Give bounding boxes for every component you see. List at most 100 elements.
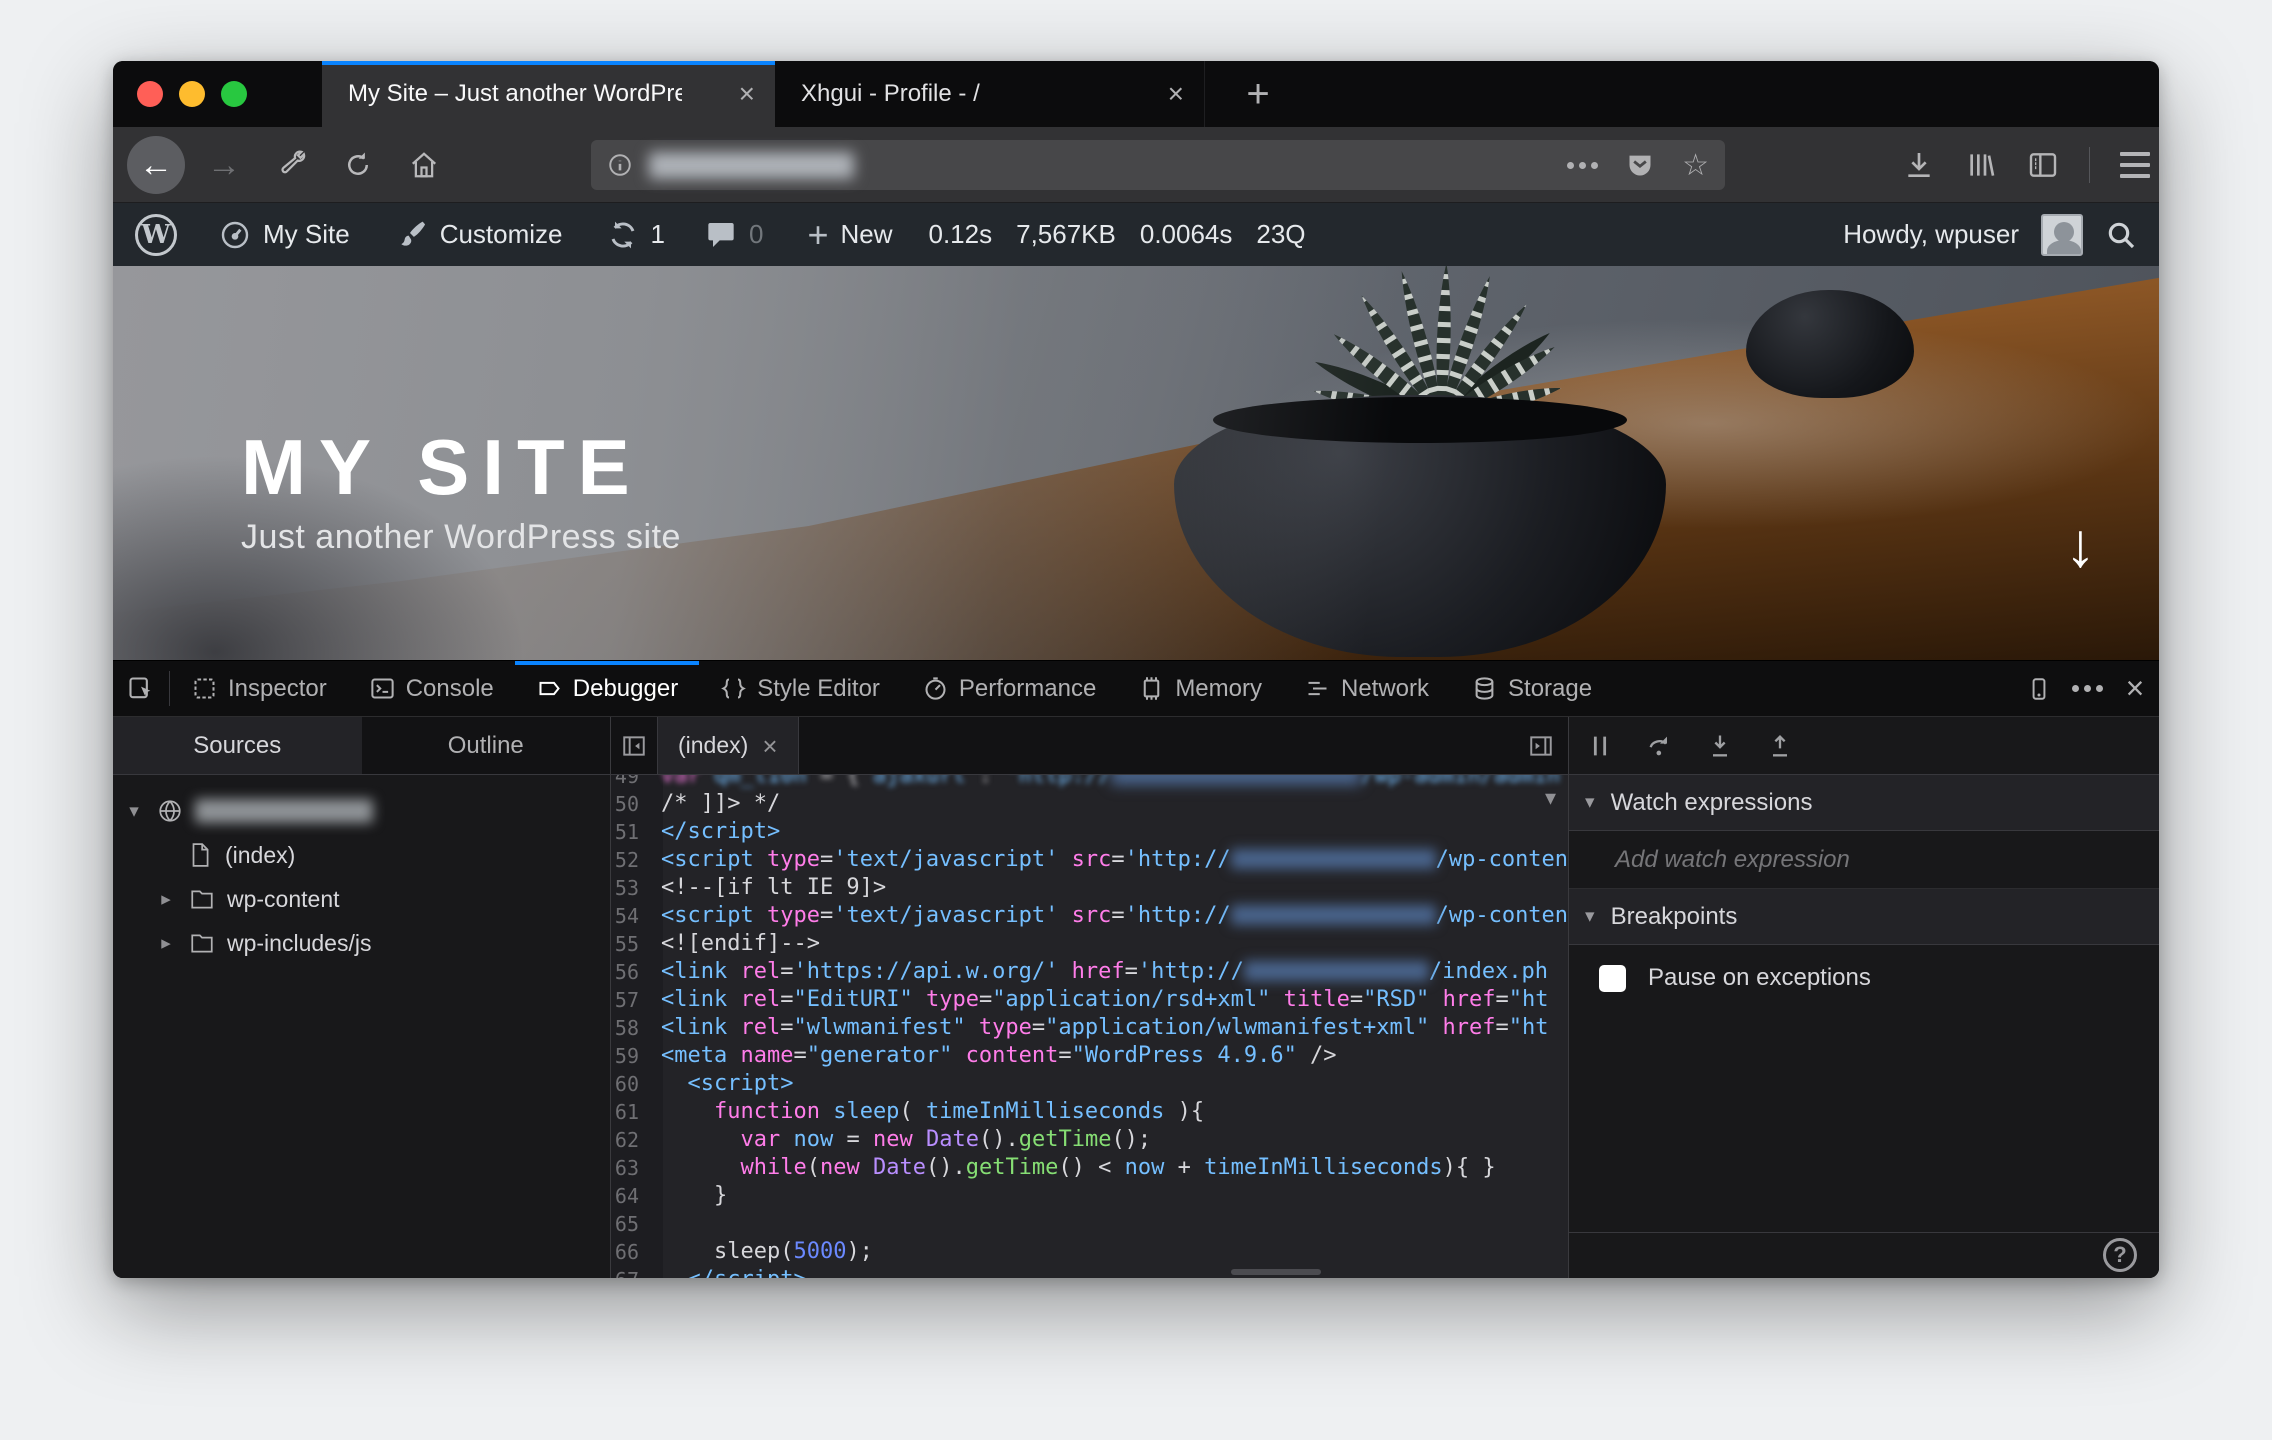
line-number[interactable]: 67 [611,1268,651,1278]
code-line[interactable]: 58 <link rel="wlwmanifest" type="applicat… [611,1014,1568,1042]
code-line[interactable]: 50 /* ]]> */ [611,790,1568,818]
code-line[interactable]: 55 <![endif]--> [611,930,1568,958]
tab-network[interactable]: Network [1283,661,1450,716]
collapse-sources-icon[interactable] [611,717,657,774]
line-number[interactable]: 66 [611,1240,651,1264]
line-number[interactable]: 61 [611,1100,651,1124]
code-line[interactable]: 56 <link rel='https://api.w.org/' href='h… [611,958,1568,986]
tree-item-wp-includes-js[interactable]: ▸ wp-includes/js [113,921,610,965]
page-info-icon[interactable] [607,152,633,178]
tree-item-wp-content[interactable]: ▸ wp-content [113,877,610,921]
step-out-icon[interactable] [1765,731,1795,761]
back-button[interactable]: ← [127,136,185,194]
forward-button[interactable]: → [195,136,253,194]
help-icon[interactable]: ? [2103,1238,2137,1272]
line-number[interactable]: 62 [611,1128,651,1152]
horizontal-scrollbar[interactable] [1231,1269,1321,1275]
wp-logo-menu[interactable]: W [135,213,177,256]
watch-expressions-header[interactable]: ▾ Watch expressions [1569,775,2159,831]
reload-icon[interactable] [329,136,387,194]
code-line[interactable]: 67 </script> [611,1266,1568,1278]
code-line[interactable]: 49 var qm_l10n = { ajaxurl : 'http:///wp-… [611,775,1568,790]
code-line[interactable]: 59 <meta name="generator" content="WordPr… [611,1042,1568,1070]
line-number[interactable]: 60 [611,1072,651,1096]
step-over-icon[interactable] [1645,731,1675,761]
line-number[interactable]: 65 [611,1212,651,1236]
code-line[interactable]: 65 [611,1210,1568,1238]
pocket-icon[interactable] [1626,151,1654,179]
browser-tab-xhgui[interactable]: Xhgui - Profile - / × [775,61,1205,127]
pause-on-exceptions-checkbox[interactable] [1599,964,1627,992]
pause-icon[interactable] [1585,731,1615,761]
code-line[interactable]: 66 sleep(5000); [611,1238,1568,1266]
outline-tab[interactable]: Outline [362,717,611,774]
line-number[interactable]: 56 [611,960,651,984]
search-icon[interactable] [2105,219,2137,251]
chevron-right-icon[interactable]: ▸ [155,888,177,911]
close-icon[interactable]: × [762,733,777,759]
code-view[interactable]: 49 var qm_l10n = { ajaxurl : 'http:///wp-… [611,775,1569,1278]
qm-query-count[interactable]: 23Q [1256,219,1305,250]
close-window-button[interactable] [137,81,163,107]
scroll-indicator-icon[interactable]: ▾ [1545,785,1556,811]
tab-style-editor[interactable]: Style Editor [699,661,901,716]
line-number[interactable]: 59 [611,1044,651,1068]
updates-menu[interactable]: 1 [607,219,665,251]
home-icon[interactable] [395,136,453,194]
wrench-icon[interactable] [263,136,321,194]
add-watch-expression-input[interactable]: Add watch expression [1569,831,2159,889]
tab-inspector[interactable]: Inspector [170,661,348,716]
responsive-mode-icon[interactable] [2015,661,2063,716]
devtools-menu-icon[interactable] [2063,661,2111,716]
devtools-close-icon[interactable]: × [2111,661,2159,716]
line-number[interactable]: 49 [611,775,651,788]
element-picker-icon[interactable] [113,661,169,716]
url-bar[interactable]: ☆ [591,140,1725,190]
code-line[interactable]: 52 <script type='text/javascript' src='ht… [611,846,1568,874]
chevron-right-icon[interactable]: ▸ [155,932,177,955]
line-number[interactable]: 57 [611,988,651,1012]
comments-menu[interactable]: 0 [705,219,763,251]
code-line[interactable]: 60 <script> [611,1070,1568,1098]
page-actions-icon[interactable] [1567,161,1599,169]
line-number[interactable]: 58 [611,1016,651,1040]
maximize-window-button[interactable] [221,81,247,107]
tree-item-index[interactable]: (index) [113,833,610,877]
site-name-menu[interactable]: My Site [219,219,350,251]
avatar[interactable] [2041,213,2083,256]
line-number[interactable]: 52 [611,848,651,872]
scroll-down-arrow[interactable]: ↓ [2065,510,2096,581]
code-line[interactable]: 63 while(new Date().getTime() < now + ti… [611,1154,1568,1182]
file-tab-index[interactable]: (index) × [657,717,799,774]
line-number[interactable]: 50 [611,792,651,816]
expand-panes-icon[interactable] [1518,717,1564,774]
new-content-menu[interactable]: + New [807,216,892,253]
line-number[interactable]: 54 [611,904,651,928]
tab-memory[interactable]: Memory [1117,661,1283,716]
customize-menu[interactable]: Customize [396,219,563,251]
qm-memory[interactable]: 7,567KB [1016,219,1116,250]
code-line[interactable]: 54 <script type='text/javascript' src='ht… [611,902,1568,930]
tab-storage[interactable]: Storage [1450,661,1613,716]
line-number[interactable]: 53 [611,876,651,900]
tab-performance[interactable]: Performance [901,661,1117,716]
qm-page-time[interactable]: 0.12s [929,219,993,250]
chevron-down-icon[interactable]: ▾ [123,800,145,823]
sources-tab[interactable]: Sources [113,717,362,774]
step-in-icon[interactable] [1705,731,1735,761]
tree-item-domain[interactable]: ▾ [113,789,610,833]
howdy-label[interactable]: Howdy, wpuser [1843,219,2019,250]
download-icon[interactable] [1903,149,1935,181]
tab-console[interactable]: Console [348,661,515,716]
minimize-window-button[interactable] [179,81,205,107]
qm-query-time[interactable]: 0.0064s [1140,219,1233,250]
code-line[interactable]: 57 <link rel="EditURI" type="application/… [611,986,1568,1014]
bookmark-star-icon[interactable]: ☆ [1682,148,1709,183]
library-icon[interactable] [1965,149,1997,181]
sidebar-toggle-icon[interactable] [2027,149,2059,181]
code-line[interactable]: 53 <!--[if lt IE 9]> [611,874,1568,902]
code-line[interactable]: 51 </script> [611,818,1568,846]
line-number[interactable]: 55 [611,932,651,956]
tab-debugger[interactable]: Debugger [514,661,700,716]
code-line[interactable]: 61 function sleep( timeInMilliseconds ){ [611,1098,1568,1126]
